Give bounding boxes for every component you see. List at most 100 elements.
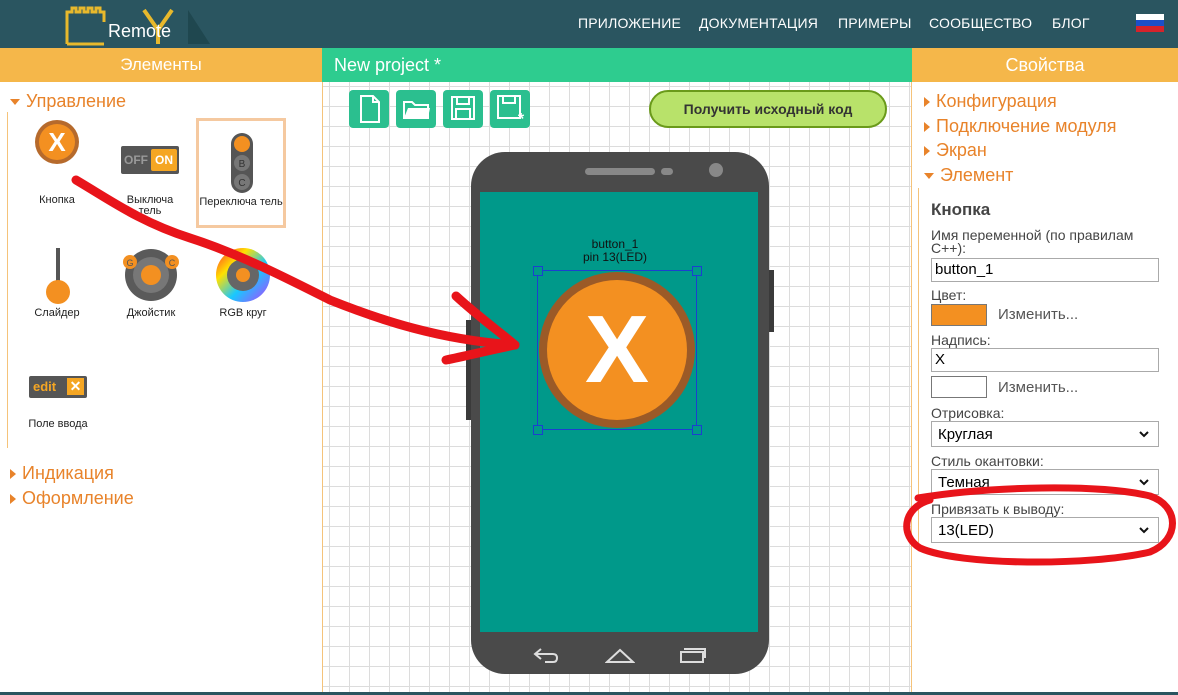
caption-input[interactable]: X bbox=[931, 348, 1159, 372]
element-switch[interactable]: OFF ON Выключа тель bbox=[114, 118, 186, 218]
resize-handle[interactable] bbox=[533, 425, 543, 435]
section-decoration[interactable]: Оформление bbox=[10, 488, 134, 509]
project-canvas[interactable]: * Получить исходный код button_1 pin 13(… bbox=[322, 82, 912, 695]
nav-examples[interactable]: ПРИМЕРЫ bbox=[838, 15, 912, 31]
ru-flag-icon[interactable] bbox=[1136, 14, 1164, 32]
element-button[interactable]: X Кнопка bbox=[20, 118, 94, 208]
pin-select[interactable]: 13(LED) bbox=[931, 517, 1159, 543]
element-joystick-label: Джойстик bbox=[126, 307, 176, 319]
element-joystick[interactable]: G C Джойстик bbox=[114, 242, 188, 332]
widget-button[interactable]: X bbox=[539, 272, 695, 428]
nav-blog[interactable]: БЛОГ bbox=[1052, 15, 1090, 31]
caret-down-icon bbox=[924, 173, 934, 180]
slider-icon bbox=[46, 248, 70, 304]
element-edit-label: Поле ввода bbox=[28, 418, 88, 430]
caret-right-icon bbox=[924, 97, 930, 108]
element-rgb-label: RGB круг bbox=[219, 307, 267, 319]
caret-right-icon bbox=[10, 494, 16, 505]
element-button-label: Кнопка bbox=[39, 194, 75, 206]
svg-text:X: X bbox=[48, 127, 66, 157]
element-selector[interactable]: B C Переключа тель bbox=[196, 118, 286, 228]
nav-community[interactable]: СООБЩЕСТВО bbox=[929, 15, 1032, 31]
open-project-button[interactable] bbox=[396, 90, 436, 128]
caret-down-icon bbox=[10, 99, 20, 106]
resize-handle[interactable] bbox=[692, 266, 702, 276]
top-navigation-bar: Remote ПРИЛОЖЕНИЕ ДОКУМЕНТАЦИЯ ПРИМЕРЫ С… bbox=[0, 0, 1178, 48]
chevron-down-icon bbox=[1139, 431, 1149, 438]
edit-clear-icon: ✕ bbox=[67, 378, 84, 395]
change-caption-color-link[interactable]: Изменить... bbox=[998, 379, 1078, 396]
color-swatch[interactable] bbox=[931, 304, 987, 326]
element-rgb-wheel[interactable]: RGB круг bbox=[206, 242, 280, 332]
get-source-code-button[interactable]: Получить исходный код bbox=[649, 90, 887, 128]
prop-section-screen-label: Экран bbox=[936, 140, 987, 160]
selector-letter-b: B bbox=[239, 159, 246, 170]
project-title: New project * bbox=[322, 48, 912, 82]
widget-button-caption: X bbox=[547, 280, 687, 420]
border-style-label: Стиль окантовки: bbox=[931, 453, 1044, 469]
section-indication[interactable]: Индикация bbox=[10, 463, 114, 484]
widget-pin: pin 13(LED) bbox=[582, 250, 648, 264]
resize-handle[interactable] bbox=[692, 425, 702, 435]
prop-section-config[interactable]: Конфигурация bbox=[924, 91, 1057, 112]
recent-apps-nav-icon bbox=[680, 648, 706, 663]
caption-color-swatch[interactable] bbox=[931, 376, 987, 398]
joystick-letter-c: C bbox=[169, 258, 176, 268]
change-color-link[interactable]: Изменить... bbox=[998, 306, 1078, 323]
color-label: Цвет: bbox=[931, 287, 967, 303]
switch-icon: OFF ON bbox=[121, 146, 179, 174]
element-edit-field[interactable]: edit ✕ Поле ввода bbox=[20, 372, 100, 432]
prop-section-module[interactable]: Подключение модуля bbox=[924, 116, 1116, 137]
section-controls-label: Управление bbox=[26, 91, 127, 111]
edit-icon-text: edit bbox=[33, 379, 57, 394]
nav-app[interactable]: ПРИЛОЖЕНИЕ bbox=[578, 15, 681, 31]
save-as-button[interactable]: * bbox=[490, 90, 530, 128]
border-style-select[interactable]: Темная bbox=[931, 469, 1159, 495]
back-nav-icon bbox=[533, 648, 559, 663]
widget-selection-box[interactable]: X bbox=[533, 266, 702, 435]
element-slider[interactable]: Слайдер bbox=[20, 242, 94, 332]
edit-field-icon: edit ✕ bbox=[29, 376, 87, 398]
home-nav-icon bbox=[605, 648, 635, 663]
section-divider bbox=[7, 112, 8, 448]
phone-side-button bbox=[466, 320, 471, 420]
new-file-button[interactable] bbox=[349, 90, 389, 128]
border-style-value: Темная bbox=[938, 474, 990, 491]
save-project-button[interactable] bbox=[443, 90, 483, 128]
render-style-value: Круглая bbox=[938, 426, 993, 443]
properties-panel: Конфигурация Подключение модуля Экран Эл… bbox=[912, 82, 1178, 695]
render-style-label: Отрисовка: bbox=[931, 405, 1005, 421]
joystick-letter-g: G bbox=[126, 258, 133, 268]
nav-docs[interactable]: ДОКУМЕНТАЦИЯ bbox=[699, 15, 818, 31]
phone-power-button bbox=[769, 270, 774, 332]
resize-handle[interactable] bbox=[533, 266, 543, 276]
button-icon: X bbox=[35, 120, 79, 164]
pin-label: Привязать к выводу: bbox=[931, 501, 1069, 517]
rgb-wheel-icon bbox=[216, 248, 270, 302]
new-file-icon bbox=[360, 95, 380, 123]
phone-screen[interactable]: button_1 pin 13(LED) X bbox=[480, 192, 758, 632]
pin-value: 13(LED) bbox=[938, 522, 994, 539]
phone-frame: button_1 pin 13(LED) X bbox=[466, 152, 774, 674]
remotexy-logo[interactable]: Remote bbox=[60, 4, 220, 48]
var-name-input[interactable]: button_1 bbox=[931, 258, 1159, 282]
elements-panel-header: Элементы bbox=[0, 48, 322, 82]
prop-section-element[interactable]: Элемент bbox=[924, 165, 1013, 186]
selector-letter-c: C bbox=[238, 178, 245, 189]
prop-section-module-label: Подключение модуля bbox=[936, 116, 1117, 136]
selector-icon: B C bbox=[231, 133, 253, 193]
element-switch-label: Выключа тель bbox=[126, 194, 174, 217]
prop-section-screen[interactable]: Экран bbox=[924, 140, 987, 161]
chevron-down-icon bbox=[1139, 479, 1149, 486]
render-style-select[interactable]: Круглая bbox=[931, 421, 1159, 447]
section-divider bbox=[918, 188, 919, 548]
section-controls[interactable]: Управление bbox=[10, 91, 126, 112]
element-heading: Кнопка bbox=[931, 200, 991, 219]
save-icon bbox=[451, 96, 475, 120]
svg-text:*: * bbox=[518, 111, 525, 128]
section-indication-label: Индикация bbox=[22, 463, 114, 483]
switch-off-text: OFF bbox=[124, 153, 148, 167]
logo-text: Remote bbox=[108, 21, 171, 41]
phone-speaker bbox=[585, 168, 655, 175]
section-decoration-label: Оформление bbox=[22, 488, 134, 508]
